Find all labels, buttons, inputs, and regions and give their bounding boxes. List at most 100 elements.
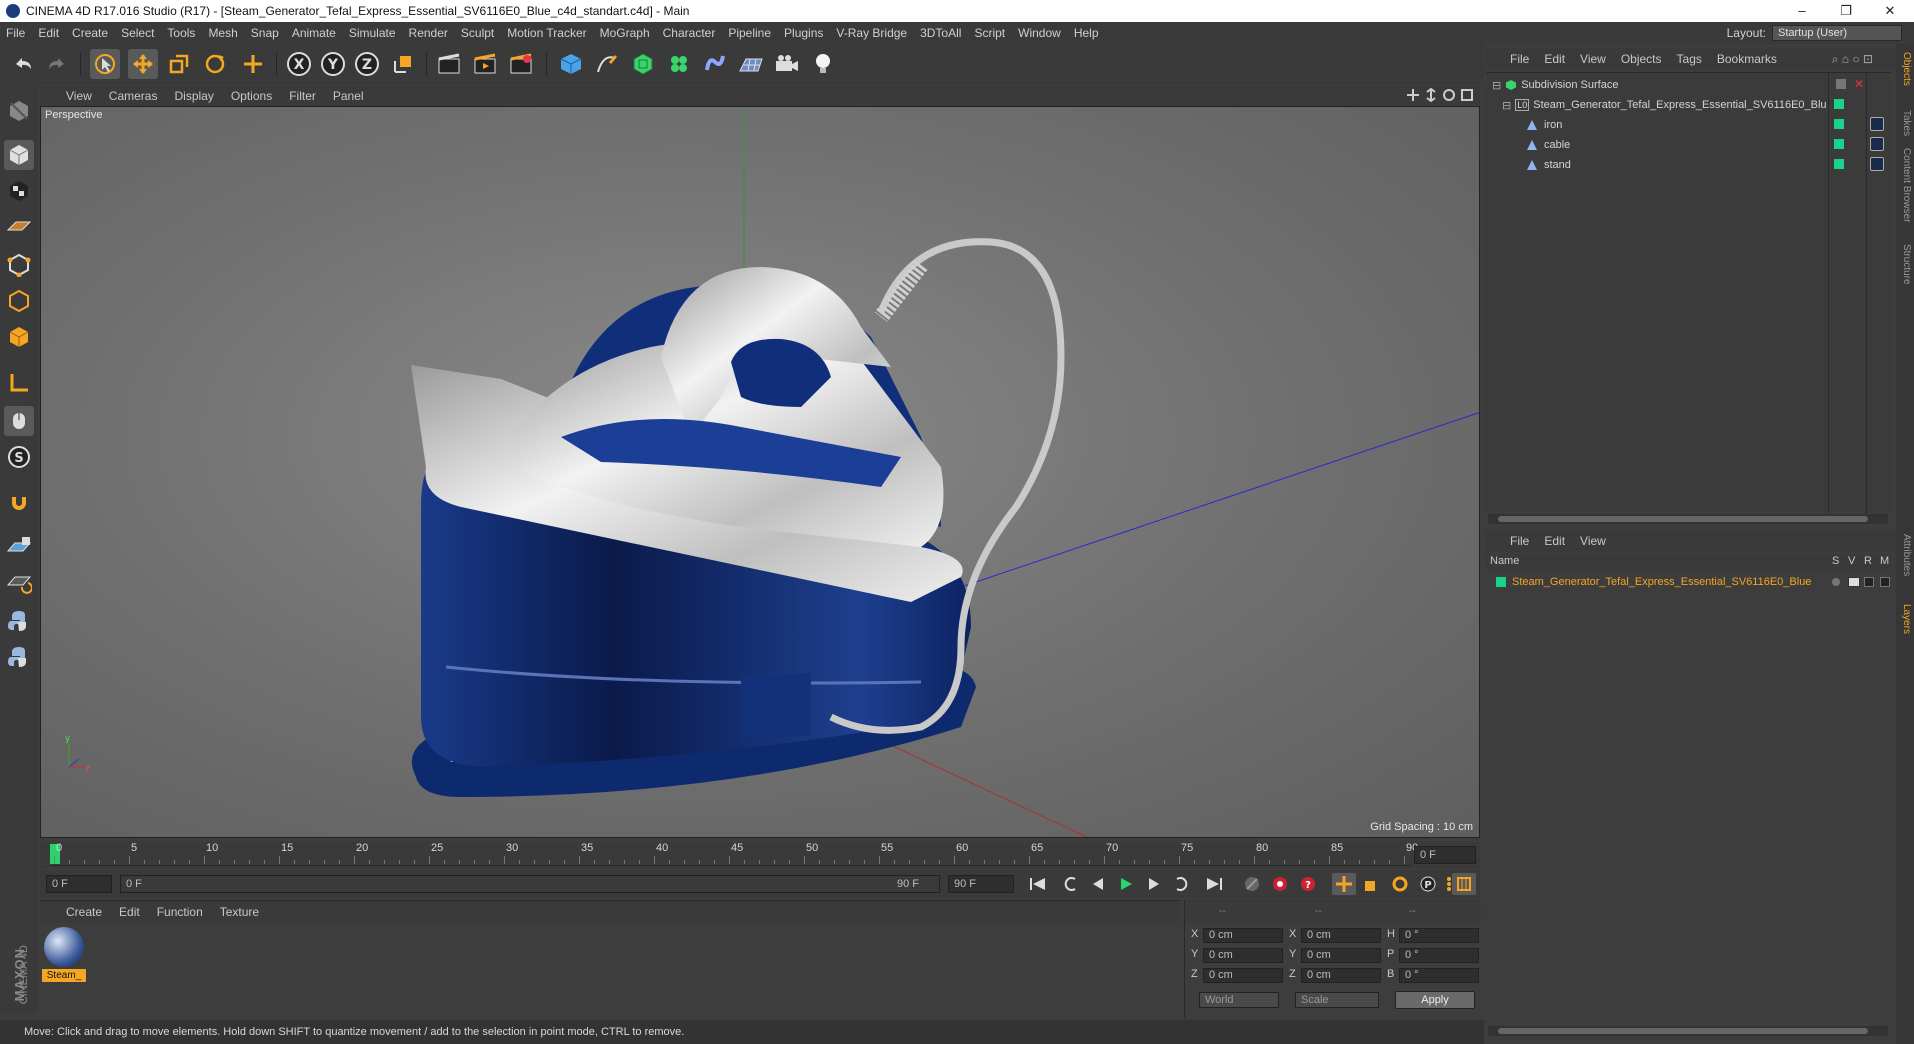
menu-create[interactable]: Create [72,26,108,40]
python-script-icon[interactable] [4,642,34,672]
viewport-menu-display[interactable]: Display [174,89,213,103]
layer-manager-toggle[interactable] [1880,577,1890,587]
y-axis-lock-icon[interactable]: Y [318,49,348,79]
current-frame-field[interactable]: 0 F [1414,846,1476,864]
select-pointer-icon[interactable] [90,49,120,79]
tab-structure[interactable]: Structure [1898,244,1912,285]
edges-mode-icon[interactable] [4,286,34,316]
material-tag-icon[interactable] [1870,157,1884,171]
menu-animate[interactable]: Animate [292,26,336,40]
move-tool-icon[interactable] [128,49,158,79]
object-row-subdivision[interactable]: ⊟ Subdivision Surface [1486,75,1826,95]
orbit-icon[interactable] [1442,88,1456,102]
layer-row[interactable]: Steam_Generator_Tefal_Express_Essential_… [1486,572,1891,592]
material-menu-edit[interactable]: Edit [119,905,140,919]
layer-render-toggle[interactable] [1864,577,1874,587]
workplane-lock-icon[interactable] [4,532,34,562]
cloner-icon[interactable] [664,49,694,79]
layer-menu-edit[interactable]: Edit [1544,534,1565,548]
tab-content-browser[interactable]: Content Browser [1898,148,1912,222]
object-row-cable[interactable]: cable [1486,135,1826,155]
timeline-open-icon[interactable] [1452,873,1476,895]
visibility-toggle-icon[interactable] [1836,79,1846,89]
workplane-icon[interactable] [4,212,34,242]
position-z-field[interactable]: 0 cm [1203,968,1283,983]
material-tag-icon[interactable] [1870,117,1884,131]
next-key-icon[interactable] [1170,873,1194,895]
object-menu-tags[interactable]: Tags [1677,52,1702,66]
menu-plugins[interactable]: Plugins [784,26,823,40]
z-axis-lock-icon[interactable]: Z [352,49,382,79]
size-y-field[interactable]: 0 cm [1301,948,1381,963]
size-x-field[interactable]: 0 cm [1301,928,1381,943]
3d-viewport[interactable]: Perspective y z Grid Spacing: 10 cm [40,106,1480,838]
menu-render[interactable]: Render [409,26,448,40]
points-mode-icon[interactable] [4,250,34,280]
object-menu-bookmarks[interactable]: Bookmarks [1717,52,1777,66]
key-parameter-icon[interactable]: P [1416,873,1440,895]
restore-button[interactable]: ❐ [1824,0,1868,22]
live-selection-icon[interactable] [238,49,268,79]
menu-3dtoall[interactable]: 3DToAll [920,26,961,40]
coordinate-system-icon[interactable] [388,49,418,79]
previous-frame-icon[interactable] [1086,873,1110,895]
viewport-menu-view[interactable]: View [66,89,92,103]
floor-icon[interactable] [736,49,766,79]
redo-icon[interactable] [42,49,72,79]
key-position-icon[interactable] [1332,873,1356,895]
object-row-iron[interactable]: iron [1486,115,1826,135]
tab-takes[interactable]: Takes [1898,110,1912,136]
position-y-field[interactable]: 0 cm [1203,948,1283,963]
menu-pipeline[interactable]: Pipeline [728,26,771,40]
object-menu-edit[interactable]: Edit [1544,52,1565,66]
render-view-icon[interactable] [434,49,464,79]
menu-mograph[interactable]: MoGraph [600,26,650,40]
layer-color-swatch[interactable] [1834,99,1844,109]
size-z-field[interactable]: 0 cm [1301,968,1381,983]
object-menu-file[interactable]: File [1510,52,1529,66]
make-editable-icon[interactable] [4,96,34,126]
play-icon[interactable] [1114,873,1138,895]
layer-color-swatch[interactable] [1834,139,1844,149]
range-slider[interactable]: 0 F 90 F [120,875,940,893]
menu-snap[interactable]: Snap [251,26,279,40]
object-row-stand[interactable]: stand [1486,155,1826,175]
snapping-icon[interactable]: S [4,442,34,472]
menu-file[interactable]: File [6,26,25,40]
viewport-menu-panel[interactable]: Panel [333,89,364,103]
disabled-x-icon[interactable]: ✕ [1854,77,1864,91]
undo-icon[interactable] [8,49,38,79]
grid-snap-icon[interactable] [4,568,34,598]
minimize-button[interactable]: – [1780,0,1824,22]
material-tag-icon[interactable] [1870,137,1884,151]
tweak-mode-icon[interactable] [4,406,34,436]
timeline-ruler[interactable]: 0 5 10 15 20 25 30 35 40 45 50 55 60 65 70 75 80 85 90 0 F [40,842,1480,868]
size-mode-dropdown[interactable]: Scale [1295,992,1379,1008]
object-horizontal-scrollbar[interactable] [1488,514,1888,524]
camera-icon[interactable] [772,49,802,79]
spline-pen-icon[interactable] [592,49,622,79]
object-row-group[interactable]: ⊟ L0 Steam_Generator_Tefal_Express_Essen… [1486,95,1826,115]
scale-tool-icon[interactable] [164,49,194,79]
object-menu-objects[interactable]: Objects [1621,52,1662,66]
go-to-start-icon[interactable] [1026,873,1050,895]
tab-attributes[interactable]: Attributes [1898,534,1912,576]
menu-mesh[interactable]: Mesh [208,26,237,40]
menu-motion-tracker[interactable]: Motion Tracker [507,26,586,40]
menu-window[interactable]: Window [1018,26,1061,40]
autokey-icon[interactable] [1268,873,1292,895]
menu-select[interactable]: Select [121,26,154,40]
viewport-menu-options[interactable]: Options [231,89,272,103]
coordinate-space-dropdown[interactable]: World [1199,992,1279,1008]
material-menu-function[interactable]: Function [157,905,203,919]
menu-tools[interactable]: Tools [167,26,195,40]
previous-key-icon[interactable] [1058,873,1082,895]
material-item[interactable]: Steam_ [42,927,86,985]
apply-button[interactable]: Apply [1395,991,1475,1009]
layer-solo-toggle[interactable] [1832,578,1840,586]
render-settings-icon[interactable] [506,49,536,79]
menu-edit[interactable]: Edit [38,26,59,40]
object-menu-view[interactable]: View [1580,52,1606,66]
x-axis-lock-icon[interactable]: X [284,49,314,79]
menu-sculpt[interactable]: Sculpt [461,26,494,40]
